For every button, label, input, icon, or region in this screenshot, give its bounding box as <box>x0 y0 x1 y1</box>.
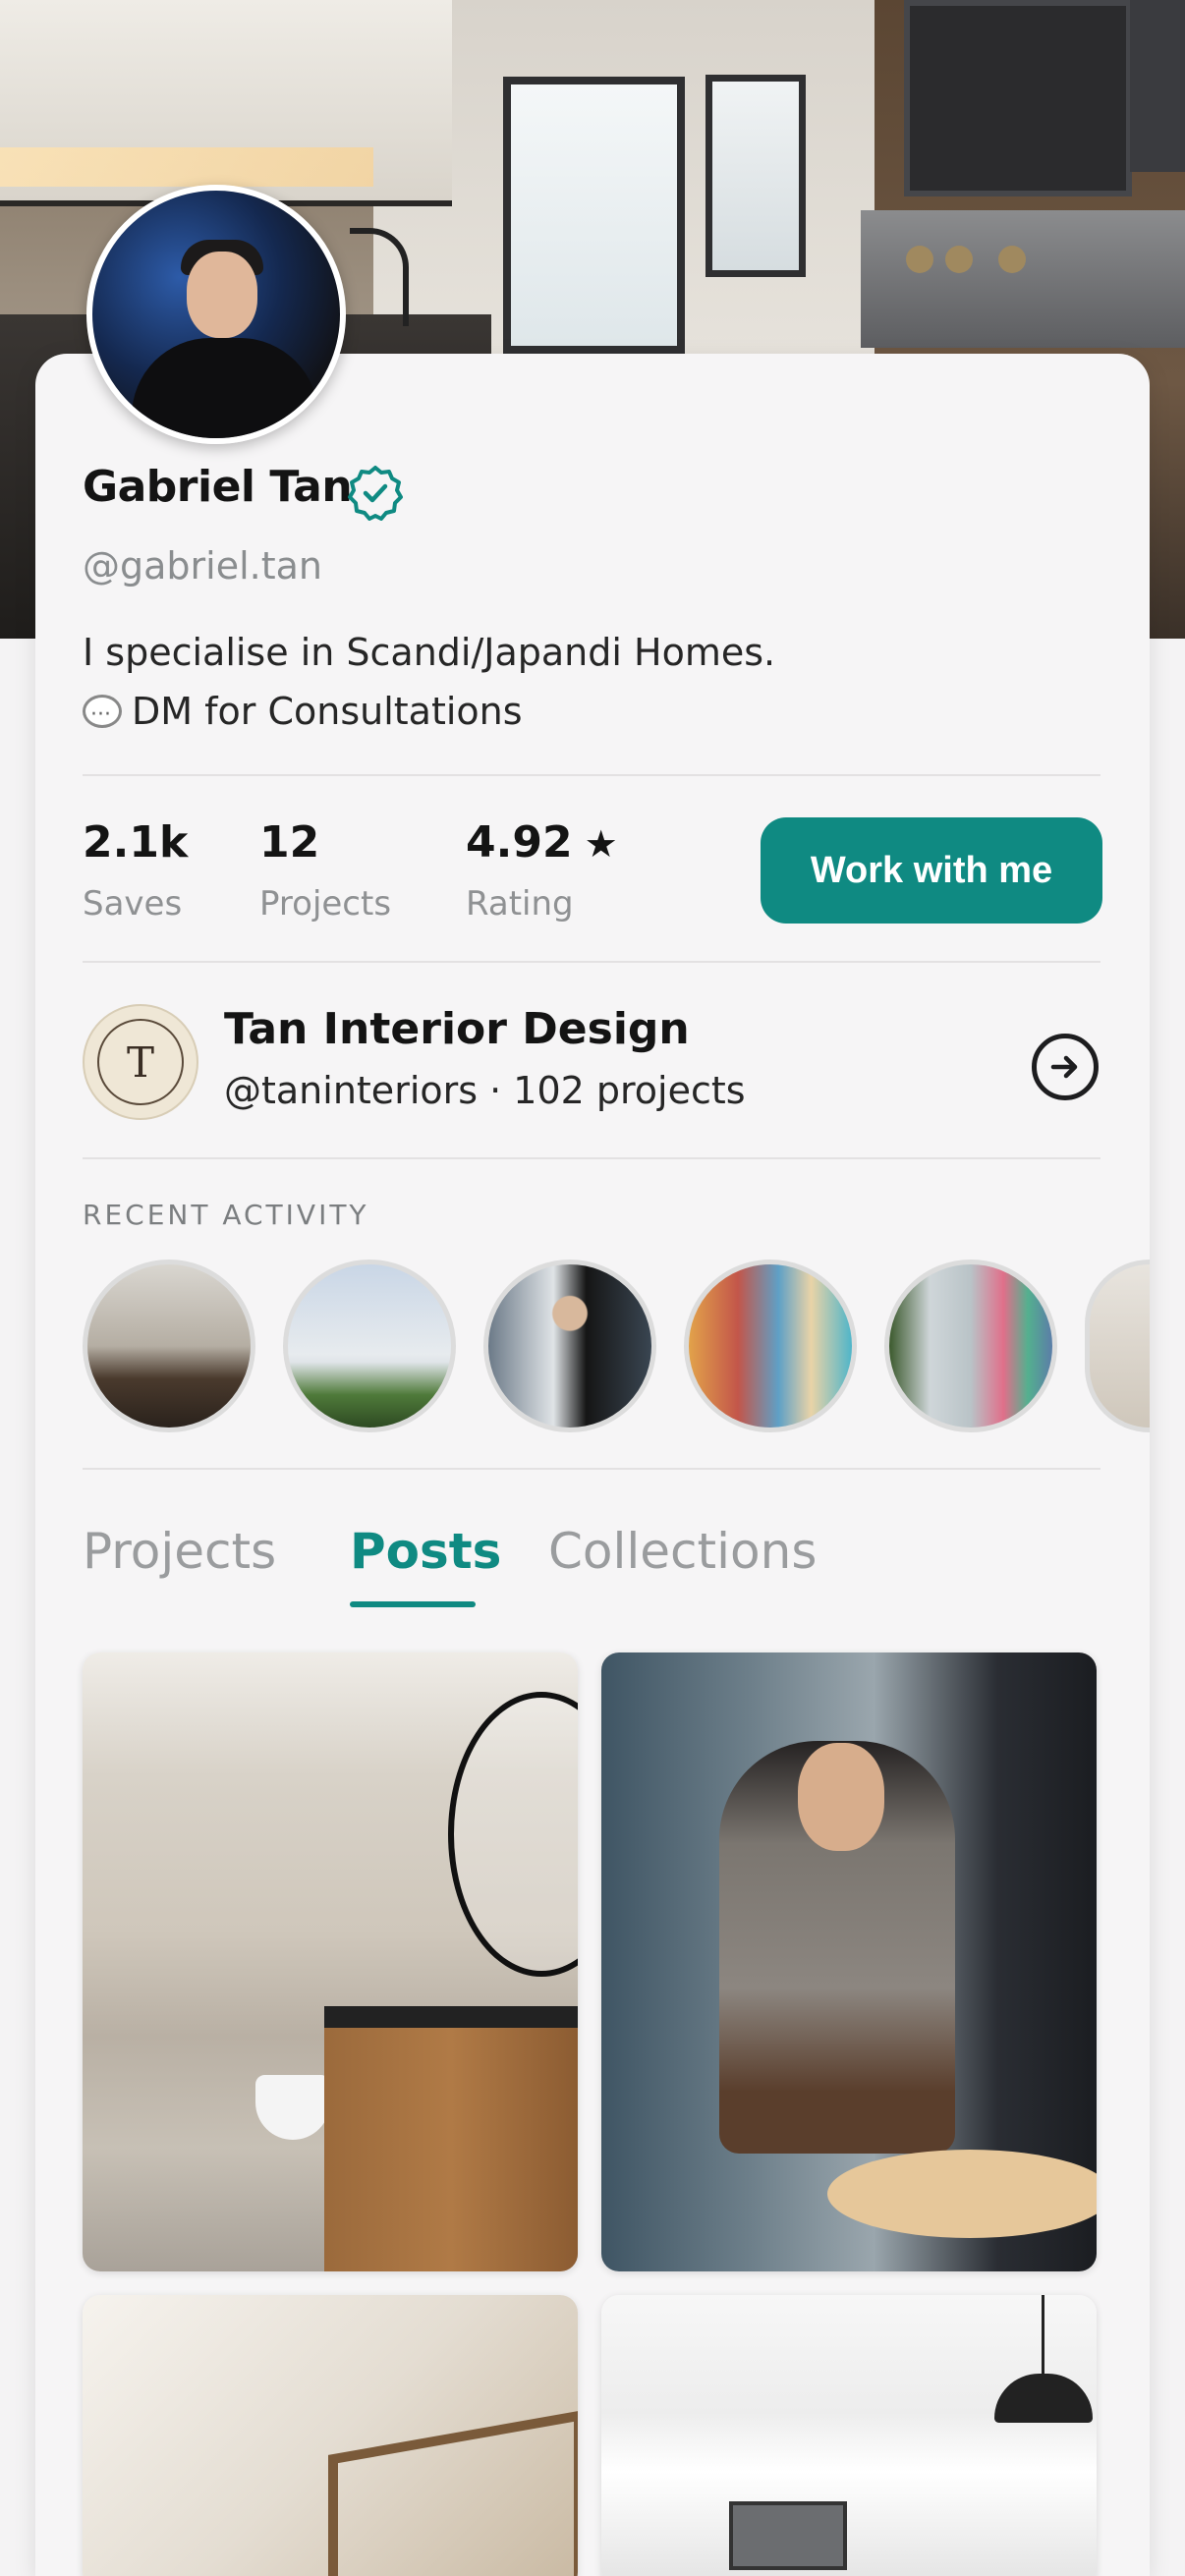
profile-name: Gabriel Tan <box>83 462 353 512</box>
star-icon: ★ <box>584 822 618 866</box>
cover-window <box>503 77 685 354</box>
post-vanity <box>324 2006 578 2271</box>
cover-faucet <box>350 228 409 326</box>
arrow-right-icon <box>1050 1055 1078 1079</box>
divider <box>83 961 1100 963</box>
cover-appliance <box>1130 0 1185 172</box>
activity-story[interactable] <box>684 1260 857 1432</box>
speech-bubble-icon <box>83 686 122 745</box>
recent-activity-title: RECENT ACTIVITY <box>83 1199 369 1231</box>
cover-microwave <box>904 0 1132 196</box>
profile-card: Gabriel Tan @gabriel.tan I specialise in… <box>35 185 1150 2576</box>
post-mirror <box>448 1692 578 1977</box>
bio-line-2: DM for Consultations <box>83 682 967 745</box>
projects-label: Projects <box>259 884 392 924</box>
tab-collections[interactable]: Collections <box>548 1523 817 1580</box>
post-thumbnail[interactable] <box>83 2295 578 2576</box>
post-thumbnail[interactable] <box>601 1652 1097 2271</box>
avatar[interactable] <box>86 185 346 444</box>
post-thumbnail[interactable] <box>83 1652 578 2271</box>
avatar-face <box>187 252 257 338</box>
profile-bio: I specialise in Scandi/Japandi Homes. DM… <box>83 623 967 745</box>
bio-line-1: I specialise in Scandi/Japandi Homes. <box>83 631 776 674</box>
firm-logo-letter: T <box>97 1019 184 1105</box>
activity-story[interactable] <box>283 1260 456 1432</box>
tab-projects[interactable]: Projects <box>83 1523 276 1580</box>
activity-story[interactable] <box>884 1260 1057 1432</box>
post-toilet <box>255 2075 330 2140</box>
bio-line-2-text: DM for Consultations <box>132 690 523 733</box>
cover-knob <box>906 246 933 273</box>
divider <box>83 774 1100 776</box>
post-microwave <box>729 2501 847 2570</box>
firm-subtitle: @taninteriors · 102 projects <box>224 1069 746 1112</box>
projects-value: 12 <box>259 817 320 868</box>
activity-story[interactable] <box>1085 1260 1150 1432</box>
cover-oven <box>861 210 1185 348</box>
firm-name[interactable]: Tan Interior Design <box>224 1004 690 1054</box>
activity-story[interactable] <box>83 1260 255 1432</box>
post-table <box>827 2150 1097 2238</box>
saves-label: Saves <box>83 884 183 924</box>
post-lamp <box>994 2374 1093 2423</box>
post-frame <box>328 2410 578 2576</box>
avatar-body <box>132 338 318 438</box>
activity-story[interactable] <box>483 1260 656 1432</box>
cover-light <box>0 147 373 187</box>
cover-knob <box>998 246 1026 273</box>
tab-posts[interactable]: Posts <box>350 1523 501 1580</box>
cover-window-small <box>705 75 806 277</box>
profile-handle: @gabriel.tan <box>83 544 322 588</box>
rating-value: 4.92 ★ <box>466 817 618 868</box>
firm-arrow-button[interactable] <box>1032 1034 1099 1100</box>
divider <box>83 1157 1100 1159</box>
divider <box>83 1468 1100 1470</box>
post-lamp-cord <box>1042 2295 1044 2374</box>
work-with-me-button[interactable]: Work with me <box>761 817 1102 924</box>
firm-logo[interactable]: T <box>83 1004 198 1120</box>
verified-badge-icon <box>348 466 403 521</box>
saves-value: 2.1k <box>83 817 189 868</box>
rating-label: Rating <box>466 884 574 924</box>
post-person-head <box>798 1743 884 1851</box>
active-tab-indicator <box>350 1601 476 1607</box>
post-thumbnail[interactable] <box>601 2295 1097 2576</box>
rating-number: 4.92 <box>466 817 573 868</box>
cover-knob <box>945 246 973 273</box>
